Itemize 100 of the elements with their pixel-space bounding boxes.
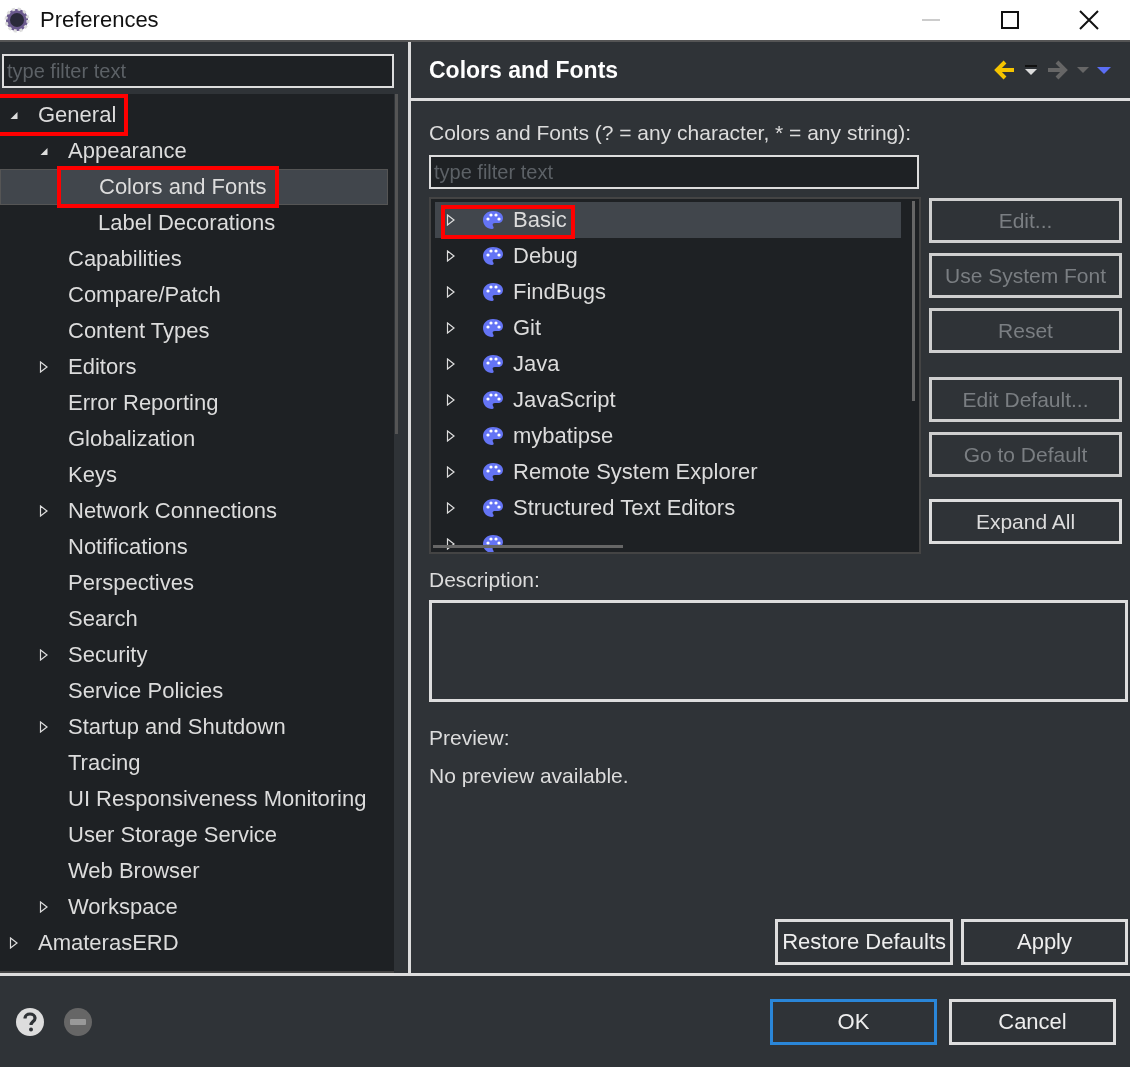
expanded-triangle-icon[interactable]: [38, 146, 50, 156]
tree-item[interactable]: General: [38, 102, 117, 128]
tree-row[interactable]: Service Policies: [0, 673, 394, 709]
collapsed-triangle-icon[interactable]: [445, 250, 457, 262]
collapsed-triangle-icon[interactable]: [445, 286, 457, 298]
tree-item[interactable]: Workspace: [68, 894, 178, 920]
tree-item[interactable]: Editors: [68, 354, 137, 380]
collapsed-triangle-icon[interactable]: [8, 937, 20, 949]
help-icon[interactable]: [15, 1006, 45, 1037]
category-item[interactable]: Debug: [513, 243, 578, 269]
tree-row[interactable]: Java: [435, 346, 901, 382]
tree-row[interactable]: Content Types: [0, 313, 394, 349]
collapsed-triangle-icon[interactable]: [38, 361, 50, 373]
dropdown-icon[interactable]: [1024, 64, 1038, 76]
category-item[interactable]: JavaScript: [513, 387, 616, 413]
category-item[interactable]: Remote System Explorer: [513, 459, 758, 485]
tree-item[interactable]: Search: [68, 606, 138, 632]
category-item[interactable]: mybatipse: [513, 423, 614, 449]
tree-row[interactable]: User Storage Service: [0, 817, 394, 853]
tree-item[interactable]: UI Responsiveness Monitoring: [68, 786, 367, 812]
tree-row[interactable]: General: [0, 97, 394, 133]
collapsed-triangle-icon[interactable]: [445, 214, 457, 226]
category-item[interactable]: Git: [513, 315, 542, 341]
scrollbar[interactable]: [912, 201, 915, 401]
scrollbar[interactable]: [395, 94, 398, 434]
tree-item[interactable]: Network Connections: [68, 498, 278, 524]
tree-item[interactable]: Notifications: [68, 534, 188, 560]
tree-row[interactable]: Tracing: [0, 745, 394, 781]
tree-row[interactable]: Debug: [435, 238, 901, 274]
filter-field[interactable]: type filter text: [2, 54, 394, 88]
tree-item[interactable]: Service Policies: [68, 678, 224, 704]
tree-item[interactable]: AmaterasERD: [38, 930, 179, 956]
tree-row[interactable]: Label Decorations: [0, 205, 394, 241]
dialog-button[interactable]: Cancel: [949, 998, 1116, 1045]
collapsed-triangle-icon[interactable]: [445, 358, 457, 370]
tree-item[interactable]: Web Browser: [68, 858, 200, 884]
menu-icon[interactable]: [1096, 64, 1112, 76]
close-icon[interactable]: [1078, 9, 1100, 31]
tree-row[interactable]: Capabilities: [0, 241, 394, 277]
tree-row[interactable]: Workspace: [0, 889, 394, 925]
tree-item[interactable]: Colors and Fonts: [99, 174, 267, 200]
tree-row[interactable]: Appearance: [0, 133, 394, 169]
tree-item[interactable]: User Storage Service: [68, 822, 278, 848]
tree-row[interactable]: Editors: [0, 349, 394, 385]
category-item[interactable]: Structured Text Editors: [513, 495, 736, 521]
collapsed-triangle-icon[interactable]: [38, 505, 50, 517]
tree-item[interactable]: Perspectives: [68, 570, 194, 596]
tree-item[interactable]: Startup and Shutdown: [68, 714, 286, 740]
tree-row[interactable]: Remote System Explorer: [435, 454, 901, 490]
tree-item[interactable]: Keys: [68, 462, 117, 488]
tree-item[interactable]: Appearance: [68, 138, 187, 164]
tree-row[interactable]: Git: [435, 310, 901, 346]
collapsed-triangle-icon[interactable]: [445, 322, 457, 334]
page-button[interactable]: Apply: [961, 919, 1128, 965]
tree-item[interactable]: Tracing: [68, 750, 141, 776]
selected-row[interactable]: Colors and Fonts: [0, 169, 388, 205]
record-icon[interactable]: [63, 1006, 93, 1037]
tree-item[interactable]: Error Reporting: [68, 390, 219, 416]
side-button[interactable]: Expand All: [929, 499, 1122, 544]
tree-row[interactable]: JavaScript: [435, 382, 901, 418]
collapsed-triangle-icon[interactable]: [38, 721, 50, 733]
tree-row[interactable]: mybatipse: [435, 418, 901, 454]
tree-item[interactable]: Compare/Patch: [68, 282, 221, 308]
tree-row[interactable]: Structured Text Editors: [435, 490, 901, 526]
category-item[interactable]: Basic: [513, 207, 567, 233]
tree-item[interactable]: Capabilities: [68, 246, 182, 272]
tree-row[interactable]: Web Browser: [0, 853, 394, 889]
page-button[interactable]: Restore Defaults: [775, 919, 953, 965]
tree-row[interactable]: Error Reporting: [0, 385, 394, 421]
maximize-icon[interactable]: [1000, 10, 1020, 30]
collapsed-triangle-icon[interactable]: [445, 538, 457, 550]
tree-row[interactable]: Security: [0, 637, 394, 673]
filter-field[interactable]: type filter text: [429, 155, 919, 189]
tree-row[interactable]: Startup and Shutdown: [0, 709, 394, 745]
selected-row[interactable]: Basic: [435, 202, 901, 238]
tree-item[interactable]: Globalization: [68, 426, 196, 452]
collapsed-triangle-icon[interactable]: [445, 502, 457, 514]
tree-item[interactable]: Label Decorations: [98, 210, 276, 236]
tree-row[interactable]: FindBugs: [435, 274, 901, 310]
scrollbar[interactable]: [433, 545, 623, 548]
collapsed-triangle-icon[interactable]: [38, 649, 50, 661]
tree-row[interactable]: Perspectives: [0, 565, 394, 601]
collapsed-triangle-icon[interactable]: [445, 466, 457, 478]
expanded-triangle-icon[interactable]: [8, 110, 20, 120]
collapsed-triangle-icon[interactable]: [38, 901, 50, 913]
tree-row[interactable]: Network Connections: [0, 493, 394, 529]
tree-row[interactable]: UI Responsiveness Monitoring: [0, 781, 394, 817]
collapsed-triangle-icon[interactable]: [445, 394, 457, 406]
tree-row[interactable]: Globalization: [0, 421, 394, 457]
tree-item[interactable]: Content Types: [68, 318, 210, 344]
category-item[interactable]: FindBugs: [513, 279, 606, 305]
tree-row[interactable]: Search: [0, 601, 394, 637]
tree-item[interactable]: Security: [68, 642, 148, 668]
category-item[interactable]: Java: [513, 351, 560, 377]
collapsed-triangle-icon[interactable]: [445, 430, 457, 442]
tree-row[interactable]: Notifications: [0, 529, 394, 565]
tree-row[interactable]: AmaterasERD: [0, 925, 394, 961]
dialog-button[interactable]: OK: [770, 998, 937, 1045]
tree-row[interactable]: Keys: [0, 457, 394, 493]
tree-row[interactable]: Compare/Patch: [0, 277, 394, 313]
